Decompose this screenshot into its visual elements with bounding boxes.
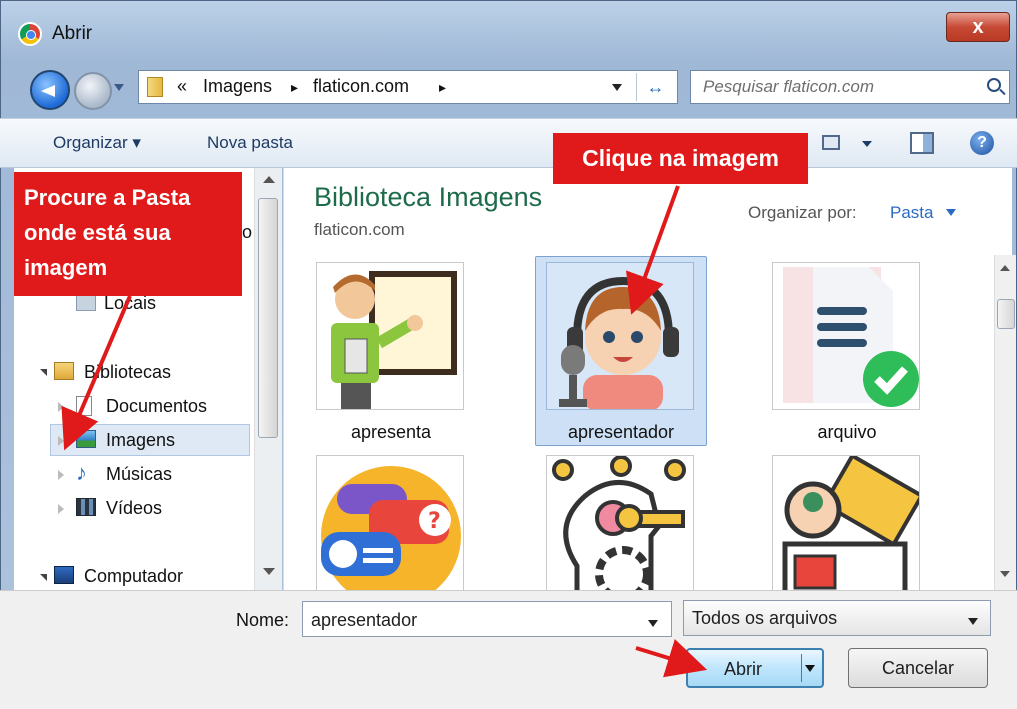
profile-document-icon xyxy=(772,455,920,590)
collapse-arrow-icon[interactable] xyxy=(58,504,64,514)
file-tile-apresentador[interactable]: apresentador xyxy=(536,262,706,448)
forward-button[interactable] xyxy=(74,72,112,110)
preview-pane-icon[interactable] xyxy=(910,132,934,154)
nav-item-computador[interactable]: Computador xyxy=(84,566,183,588)
file-tile-apresenta[interactable]: apresenta xyxy=(306,262,476,448)
open-options-dropdown-icon[interactable] xyxy=(805,665,815,672)
breadcrumb-imagens[interactable]: Imagens xyxy=(203,76,272,97)
help-icon[interactable]: ? xyxy=(970,131,994,155)
callout-click-image: Clique na imagem xyxy=(553,133,808,184)
pictures-icon xyxy=(76,430,96,448)
file-name-label: Nome: xyxy=(236,610,290,630)
nav-scrollbar[interactable] xyxy=(254,168,282,590)
file-tile-profile[interactable] xyxy=(762,455,932,590)
sort-by-label: Organizar por: xyxy=(748,203,857,222)
music-icon: ♪ xyxy=(76,460,87,485)
window-title: Abrir xyxy=(52,23,93,44)
nav-item-bibliotecas[interactable]: Bibliotecas xyxy=(84,362,171,383)
library-subtitle: flaticon.com xyxy=(314,220,405,239)
address-bar[interactable]: « Imagens ▸ flaticon.com ▸ xyxy=(138,70,678,104)
nav-item-documentos[interactable]: Documentos xyxy=(106,396,207,417)
cancel-button[interactable]: Cancelar xyxy=(848,648,988,688)
file-label: arquivo xyxy=(817,422,877,442)
search-icon[interactable] xyxy=(987,78,1001,92)
search-placeholder: Pesquisar flaticon.com xyxy=(703,77,875,96)
file-type-value[interactable]: Todos os arquivos xyxy=(692,608,837,629)
videos-icon xyxy=(76,498,96,516)
file-tile-arquivo[interactable]: arquivo xyxy=(762,262,932,448)
file-label: apresenta xyxy=(350,422,432,442)
nav-item-imagens[interactable]: Imagens xyxy=(106,430,175,451)
change-view-icon[interactable] xyxy=(822,135,840,150)
scroll-up-icon[interactable] xyxy=(1000,265,1010,271)
libraries-icon xyxy=(54,362,74,380)
file-tile-chat[interactable]: ? xyxy=(306,455,476,590)
collapse-arrow-icon[interactable] xyxy=(58,436,64,446)
scroll-down-icon[interactable] xyxy=(1000,571,1010,577)
organize-button[interactable]: Organizar ▾ xyxy=(53,133,141,153)
mind-key-icon xyxy=(546,455,694,590)
nav-item-musicas[interactable]: Músicas xyxy=(106,464,172,485)
command-toolbar: Organizar ▾ Nova pasta ? xyxy=(0,118,1017,168)
search-box[interactable]: Pesquisar flaticon.com xyxy=(690,70,1010,104)
address-history-dropdown-icon[interactable] xyxy=(612,84,622,91)
breadcrumb-overflow[interactable]: « xyxy=(177,76,187,97)
file-check-icon xyxy=(772,262,920,410)
breadcrumb-flaticon[interactable]: flaticon.com xyxy=(313,76,409,97)
file-label: apresentador xyxy=(567,422,675,442)
file-type-dropdown-icon[interactable] xyxy=(968,618,978,625)
nav-item-locais[interactable]: Locais xyxy=(104,293,156,314)
nav-scroll-thumb[interactable] xyxy=(258,198,278,438)
new-folder-button[interactable]: Nova pasta xyxy=(207,133,293,153)
chat-bubbles-icon: ? xyxy=(316,455,464,590)
close-button[interactable]: x xyxy=(946,12,1010,42)
file-name-value[interactable]: apresentador xyxy=(311,610,417,631)
sort-by-dropdown[interactable]: Pasta xyxy=(890,203,933,223)
collapse-arrow-icon[interactable] xyxy=(58,402,64,412)
file-type-select[interactable]: Todos os arquivos xyxy=(683,600,991,636)
file-tile-mind[interactable] xyxy=(536,455,706,590)
chrome-app-icon xyxy=(18,22,42,46)
callout-line: imagem xyxy=(24,255,108,280)
svg-text:?: ? xyxy=(428,509,441,534)
callout-line: Procure a Pasta xyxy=(24,185,191,210)
open-split-divider xyxy=(801,654,802,682)
open-button-label: Abrir xyxy=(724,659,763,679)
title-bar: Abrir x xyxy=(0,0,1017,62)
collapse-arrow-icon[interactable] xyxy=(58,470,64,480)
callout-find-folder: Procure a Pasta onde está sua imagem xyxy=(14,172,242,296)
expand-arrow-icon[interactable] xyxy=(40,369,47,376)
callout-line: onde está sua xyxy=(24,220,171,245)
breadcrumb-separator-icon[interactable]: ▸ xyxy=(439,79,446,96)
back-button[interactable] xyxy=(30,70,70,110)
file-name-dropdown-icon[interactable] xyxy=(648,620,658,627)
file-name-input[interactable]: apresentador xyxy=(302,601,672,637)
documents-icon xyxy=(76,396,92,416)
nav-item-videos[interactable]: Vídeos xyxy=(106,498,162,519)
folder-icon xyxy=(147,77,163,97)
library-title: Biblioteca Imagens xyxy=(314,182,543,212)
refresh-button[interactable]: ↔ xyxy=(636,73,674,101)
breadcrumb-separator-icon[interactable]: ▸ xyxy=(291,79,298,96)
file-list-scroll-thumb[interactable] xyxy=(997,299,1015,329)
open-button[interactable]: Abrir xyxy=(686,648,824,688)
sort-dropdown-icon[interactable] xyxy=(946,209,956,216)
scroll-down-icon[interactable] xyxy=(263,568,275,575)
nav-truncated-fragment: o xyxy=(242,222,253,242)
computer-icon xyxy=(54,566,74,584)
recent-pages-dropdown-icon[interactable] xyxy=(114,84,124,91)
scroll-up-icon[interactable] xyxy=(263,176,275,183)
presenter-headset-icon xyxy=(546,262,694,410)
expand-arrow-icon[interactable] xyxy=(40,574,47,581)
teacher-icon xyxy=(316,262,464,410)
view-options-dropdown-icon[interactable] xyxy=(862,141,872,147)
file-list-scrollbar[interactable] xyxy=(994,255,1016,590)
